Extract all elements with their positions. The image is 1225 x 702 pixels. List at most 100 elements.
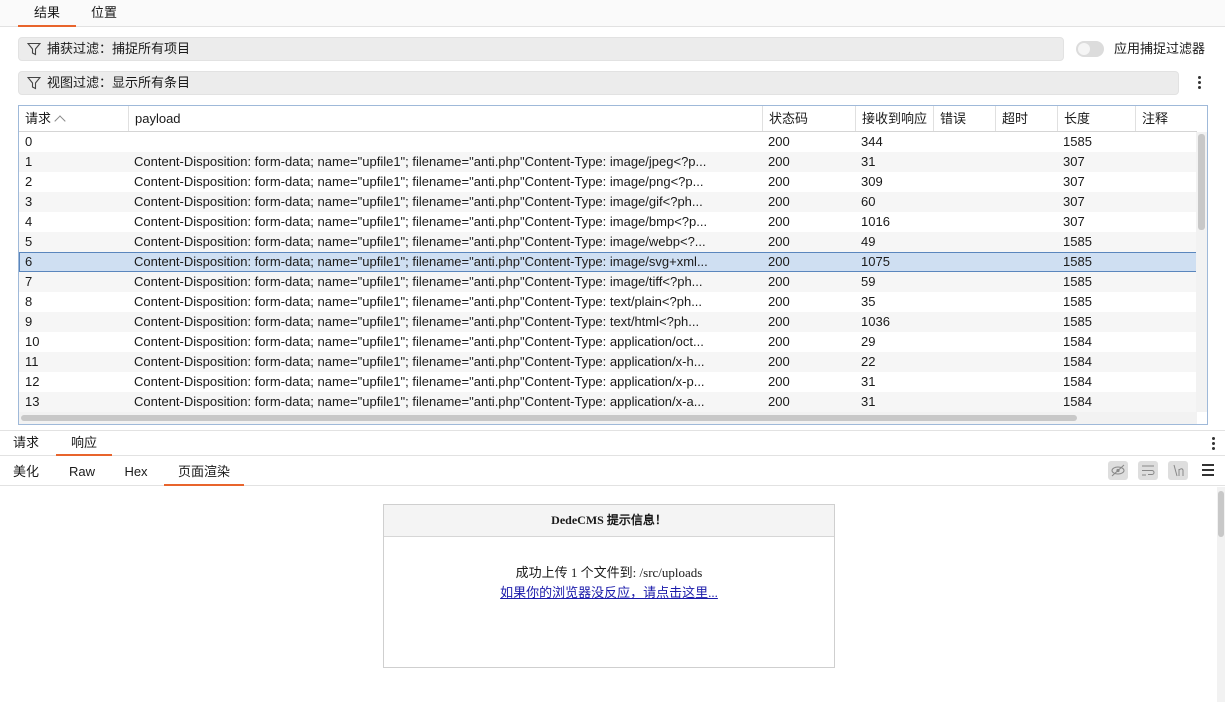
cell-status: 200	[768, 274, 790, 289]
more-options-icon[interactable]	[1194, 74, 1204, 92]
cell-timeout	[995, 352, 1057, 372]
tab-positions[interactable]: 位置	[78, 0, 130, 27]
tab-render[interactable]: 页面渲染	[164, 458, 244, 486]
cell-timeout	[995, 172, 1057, 192]
redirect-link[interactable]: 如果你的浏览器没反应，请点击这里...	[500, 585, 718, 600]
cell-request: 2	[25, 174, 33, 189]
cell-status: 200	[768, 234, 790, 249]
cell-comment	[1135, 212, 1197, 232]
cell-error	[933, 392, 995, 412]
cell-response-received: 31	[861, 374, 876, 389]
view-filter-bar[interactable]: 视图过滤：显示所有条目	[18, 71, 1179, 95]
table-row[interactable]: 13 Content-Disposition: form-data; name="…	[19, 392, 1197, 412]
cell-comment	[1135, 352, 1197, 372]
cell-request: 8	[25, 294, 33, 309]
dedecms-message-box: DedeCMS 提示信息！ 成功上传 1 个文件到: /src/uploads …	[383, 504, 835, 668]
table-row[interactable]: 3 Content-Disposition: form-data; name="u…	[19, 192, 1197, 212]
tab-pretty[interactable]: 美化	[0, 458, 52, 486]
cell-request: 7	[25, 274, 33, 289]
results-table: 请求 payload 状态码 接收到响应 错误 超时 长度 注释 0 200 344…	[18, 105, 1208, 425]
eye-slash-icon[interactable]	[1108, 461, 1128, 480]
cell-payload: Content-Disposition: form-data; name="up…	[134, 374, 705, 389]
cell-status: 200	[768, 134, 790, 149]
cell-error	[933, 212, 995, 232]
newline-icon[interactable]	[1168, 461, 1188, 480]
tab-hex[interactable]: Hex	[110, 458, 162, 486]
tab-results[interactable]: 结果	[18, 0, 76, 27]
file-count: 1	[570, 565, 578, 580]
cell-status: 200	[768, 394, 790, 409]
apply-capture-filter-toggle[interactable]	[1076, 41, 1104, 57]
cell-payload: Content-Disposition: form-data; name="up…	[134, 194, 703, 209]
cell-length: 1585	[1063, 294, 1092, 309]
table-row[interactable]: 12 Content-Disposition: form-data; name="…	[19, 372, 1197, 392]
tab-response[interactable]: 响应	[56, 431, 112, 456]
table-row[interactable]: 9 Content-Disposition: form-data; name="u…	[19, 312, 1197, 332]
tab-request[interactable]: 请求	[0, 431, 52, 456]
table-horizontal-scrollbar[interactable]	[19, 412, 1197, 424]
cell-comment	[1135, 392, 1197, 412]
cell-timeout	[995, 372, 1057, 392]
tab-raw[interactable]: Raw	[56, 458, 108, 486]
cell-comment	[1135, 292, 1197, 312]
cell-payload	[128, 132, 762, 152]
cell-response-received: 1075	[861, 254, 890, 269]
message-more-options-icon[interactable]	[1208, 435, 1218, 453]
cell-request: 3	[25, 194, 33, 209]
cell-comment	[1135, 372, 1197, 392]
cell-length: 1584	[1063, 394, 1092, 409]
sort-ascending-icon	[54, 115, 66, 127]
cell-error	[933, 292, 995, 312]
table-row[interactable]: 8 Content-Disposition: form-data; name="u…	[19, 292, 1197, 312]
table-row[interactable]: 2 Content-Disposition: form-data; name="u…	[19, 172, 1197, 192]
capture-filter-bar[interactable]: 捕获过滤：捕捉所有项目	[18, 37, 1064, 61]
cell-error	[933, 192, 995, 212]
cell-error	[933, 352, 995, 372]
table-row[interactable]: 0 200 344 1585	[19, 132, 1197, 152]
table-row[interactable]: 5 Content-Disposition: form-data; name="u…	[19, 232, 1197, 252]
message-tab-bar: 请求 响应	[0, 430, 1225, 456]
menu-icon[interactable]	[1202, 464, 1214, 476]
column-header-comment[interactable]: 注释	[1135, 106, 1197, 131]
cell-error	[933, 132, 995, 152]
table-row[interactable]: 7 Content-Disposition: form-data; name="u…	[19, 272, 1197, 292]
cell-timeout	[995, 212, 1057, 232]
cell-comment	[1135, 252, 1197, 272]
table-row[interactable]: 6 Content-Disposition: form-data; name="u…	[19, 252, 1197, 272]
cell-length: 1585	[1063, 314, 1092, 329]
message-middle: 个文件到:	[580, 565, 637, 580]
cell-timeout	[995, 312, 1057, 332]
cell-payload: Content-Disposition: form-data; name="up…	[134, 214, 708, 229]
table-vertical-scrollbar[interactable]	[1196, 132, 1207, 412]
cell-comment	[1135, 192, 1197, 212]
cell-response-received: 344	[861, 134, 883, 149]
cell-request: 12	[25, 374, 40, 389]
cell-comment	[1135, 152, 1197, 172]
cell-comment	[1135, 232, 1197, 252]
message-title: DedeCMS 提示信息！	[384, 505, 834, 537]
column-header-timeout[interactable]: 超时	[995, 106, 1057, 131]
column-header-error[interactable]: 错误	[933, 106, 995, 131]
cell-payload: Content-Disposition: form-data; name="up…	[134, 274, 703, 289]
cell-request: 11	[25, 354, 39, 369]
cell-request: 13	[25, 394, 40, 409]
column-header-status[interactable]: 状态码	[762, 106, 855, 131]
column-header-response-received[interactable]: 接收到响应	[855, 106, 933, 131]
view-filter-label: 视图过滤：显示所有条目	[47, 75, 191, 90]
column-header-payload[interactable]: payload	[128, 106, 762, 131]
table-body: 0 200 344 1585 1 Content-Disposition: form-da…	[19, 132, 1197, 412]
cell-payload: Content-Disposition: form-data; name="up…	[134, 334, 704, 349]
table-header: 请求 payload 状态码 接收到响应 错误 超时 长度 注释	[19, 106, 1197, 132]
cell-timeout	[995, 152, 1057, 172]
table-row[interactable]: 10 Content-Disposition: form-data; name="…	[19, 332, 1197, 352]
column-header-request[interactable]: 请求	[19, 106, 128, 131]
wrap-lines-icon[interactable]	[1138, 461, 1158, 480]
cell-length: 307	[1063, 214, 1085, 229]
table-row[interactable]: 4 Content-Disposition: form-data; name="u…	[19, 212, 1197, 232]
table-row[interactable]: 1 Content-Disposition: form-data; name="u…	[19, 152, 1197, 172]
cell-length: 1584	[1063, 374, 1092, 389]
table-row[interactable]: 11 Content-Disposition: form-data; name="…	[19, 352, 1197, 372]
cell-length: 1585	[1063, 274, 1092, 289]
column-header-length[interactable]: 长度	[1057, 106, 1135, 131]
render-scrollbar[interactable]	[1217, 487, 1225, 702]
